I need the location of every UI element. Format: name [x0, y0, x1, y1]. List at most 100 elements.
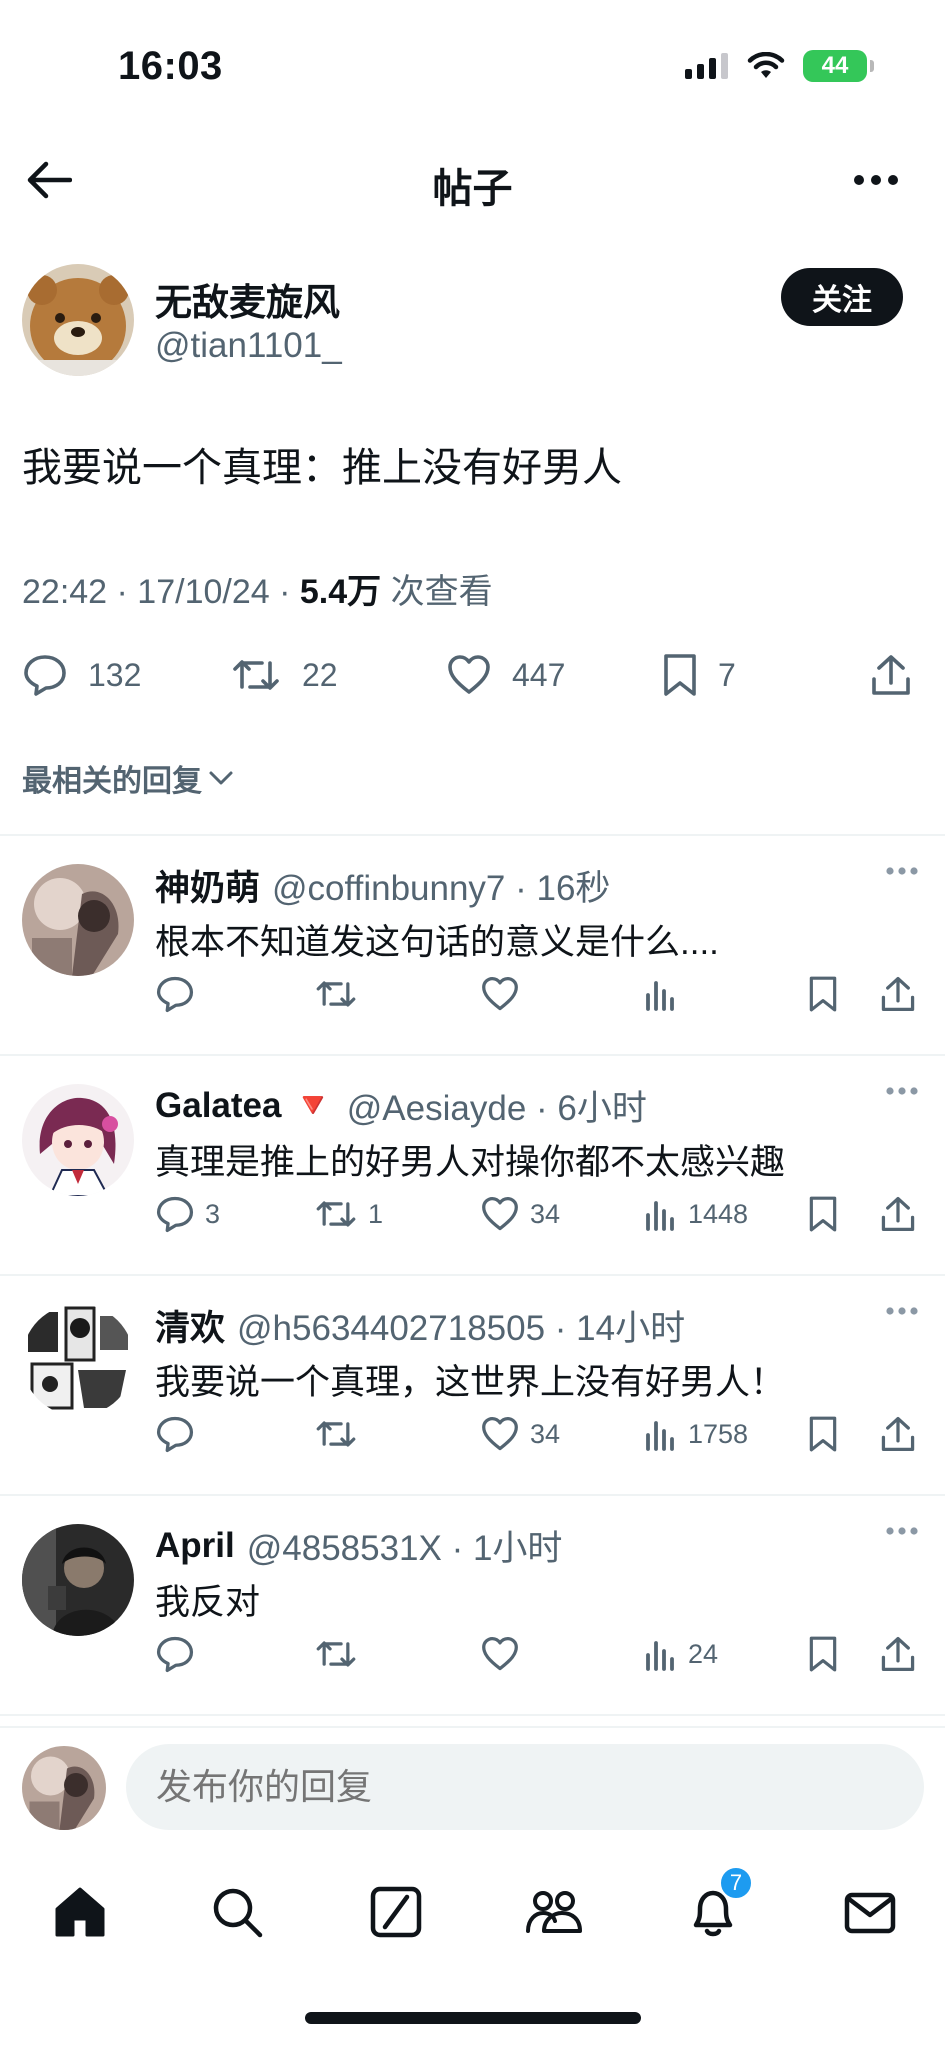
reply-more-button[interactable]	[885, 1086, 919, 1096]
reply-like-action[interactable]: 34	[480, 1412, 560, 1456]
reply-repost-action[interactable]	[314, 1412, 368, 1456]
reply-comment-action[interactable]	[155, 1412, 205, 1456]
bookmark-icon	[664, 654, 696, 696]
home-icon	[55, 1887, 105, 1937]
reply-views-action[interactable]: 1448	[644, 1192, 748, 1236]
reply-views-action[interactable]	[644, 972, 688, 1016]
reply-sort-dropdown[interactable]: 最相关的回复	[22, 756, 234, 800]
bookmark-icon	[809, 976, 837, 1012]
tab-communities[interactable]	[524, 1882, 584, 1942]
share-icon	[881, 1196, 915, 1232]
reply-like-action[interactable]: 34	[480, 1192, 560, 1236]
reply-comment-action[interactable]	[155, 972, 205, 1016]
reply-avatar[interactable]	[22, 1084, 134, 1196]
reply-item[interactable]: Galatea 🔻 @Aesiayde · 6小时 真理是推上的好男人对操你都不…	[0, 1056, 945, 1276]
reply-bookmark-action[interactable]	[808, 1632, 838, 1676]
share-action[interactable]	[870, 650, 912, 700]
reply-like-count: 34	[530, 1198, 561, 1229]
reply-repost-action[interactable]	[314, 1632, 368, 1676]
like-count: 447	[512, 656, 566, 693]
reply-bookmark-action[interactable]	[808, 1192, 838, 1236]
tab-grok[interactable]	[366, 1882, 426, 1942]
more-options-button[interactable]	[853, 170, 899, 190]
reply-action[interactable]: 132	[22, 650, 141, 700]
reply-repost-action[interactable]	[314, 972, 368, 1016]
reply-comment-action[interactable]	[155, 1632, 205, 1676]
follow-button[interactable]: 关注	[781, 268, 903, 326]
repost-count: 22	[302, 656, 338, 693]
battery-level: 44	[821, 52, 849, 79]
author-handle[interactable]: @tian1101_	[155, 326, 342, 366]
views-icon	[646, 1641, 674, 1671]
like-icon	[448, 655, 490, 694]
chevron-down-icon	[209, 771, 233, 785]
tab-notifications[interactable]: 7	[683, 1866, 753, 1942]
reply-header: Galatea 🔻 @Aesiayde · 6小时	[155, 1080, 647, 1131]
like-icon	[482, 1196, 518, 1231]
bookmark-action[interactable]: 7	[662, 650, 736, 700]
reply-text: 我要说一个真理，这世界上没有好男人！	[155, 1363, 786, 1402]
like-icon	[482, 976, 518, 1011]
status-icons: 44	[685, 50, 874, 82]
reply-header: 清欢 @h5634402718505 · 14小时	[155, 1300, 685, 1351]
reply-item[interactable]: April @4858531X · 1小时 我反对 24	[0, 1496, 945, 1716]
current-user-avatar[interactable]	[22, 1746, 106, 1830]
reply-composer	[0, 1726, 945, 1846]
manga-avatar-image	[22, 1304, 134, 1416]
reply-views-action[interactable]: 1758	[644, 1412, 748, 1456]
reply-like-action[interactable]	[480, 972, 530, 1016]
author-avatar[interactable]	[22, 264, 134, 376]
reply-author-handle[interactable]: @4858531X · 1小时	[247, 1520, 563, 1571]
post-views-suffix: 次查看	[381, 573, 493, 611]
reply-item[interactable]: 神奶萌 @coffinbunny7 · 16秒 根本不知道发这句话的意义是什么.…	[0, 836, 945, 1056]
reply-author-name[interactable]: 清欢	[155, 1300, 225, 1351]
avatar-image	[22, 864, 134, 976]
reply-avatar[interactable]	[22, 1524, 134, 1636]
reply-comment-action[interactable]: 3	[155, 1192, 220, 1236]
reply-author-name[interactable]: April	[155, 1526, 235, 1566]
reply-share-action[interactable]	[880, 1632, 916, 1676]
reply-avatar[interactable]	[22, 864, 134, 976]
reply-input[interactable]	[126, 1744, 924, 1830]
reply-author-name[interactable]: 神奶萌	[155, 860, 260, 911]
post-views[interactable]: 5.4万	[300, 573, 381, 611]
more-icon	[886, 1307, 918, 1315]
reply-author-name[interactable]: Galatea 🔻	[155, 1085, 335, 1126]
tab-home[interactable]	[50, 1882, 110, 1942]
reply-author-handle[interactable]: @Aesiayde · 6小时	[347, 1080, 647, 1131]
reply-share-action[interactable]	[880, 1192, 916, 1236]
reply-comment-count: 3	[205, 1198, 221, 1229]
reply-more-button[interactable]	[885, 1306, 919, 1316]
reply-share-action[interactable]	[880, 1412, 916, 1456]
reply-share-action[interactable]	[880, 972, 916, 1016]
reply-author-handle[interactable]: @coffinbunny7 · 16秒	[272, 860, 610, 911]
reply-repost-action[interactable]: 1	[314, 1192, 383, 1236]
reply-item[interactable]: 清欢 @h5634402718505 · 14小时 我要说一个真理，这世界上没有…	[0, 1276, 945, 1496]
reply-header: 神奶萌 @coffinbunny7 · 16秒	[155, 860, 610, 911]
more-icon	[854, 175, 898, 185]
reply-author-handle[interactable]: @h5634402718505 · 14小时	[237, 1300, 685, 1351]
repost-icon	[233, 660, 279, 690]
reply-bookmark-action[interactable]	[808, 972, 838, 1016]
page-title: 帖子	[432, 167, 513, 211]
share-icon	[881, 1416, 915, 1452]
notifications-badge: 7	[719, 1866, 753, 1900]
repost-icon	[316, 981, 356, 1007]
tab-messages[interactable]	[840, 1882, 900, 1942]
tab-search[interactable]	[207, 1882, 267, 1942]
reply-text: 我反对	[155, 1583, 261, 1622]
reply-more-button[interactable]	[885, 866, 919, 876]
home-indicator	[305, 2012, 641, 2024]
reply-like-action[interactable]	[480, 1632, 530, 1676]
more-icon	[886, 1087, 918, 1095]
reply-more-button[interactable]	[885, 1526, 919, 1536]
reply-views-action[interactable]: 24	[644, 1632, 718, 1676]
repost-action[interactable]: 22	[230, 650, 338, 700]
reply-avatar[interactable]	[22, 1304, 134, 1416]
share-icon	[881, 1636, 915, 1672]
author-name[interactable]: 无敌麦旋风	[155, 272, 340, 326]
like-action[interactable]: 447	[446, 650, 565, 700]
reply-bookmark-action[interactable]	[808, 1412, 838, 1456]
reply-views-count: 1758	[688, 1418, 749, 1449]
reply-text: 根本不知道发这句话的意义是什么....	[155, 923, 719, 962]
